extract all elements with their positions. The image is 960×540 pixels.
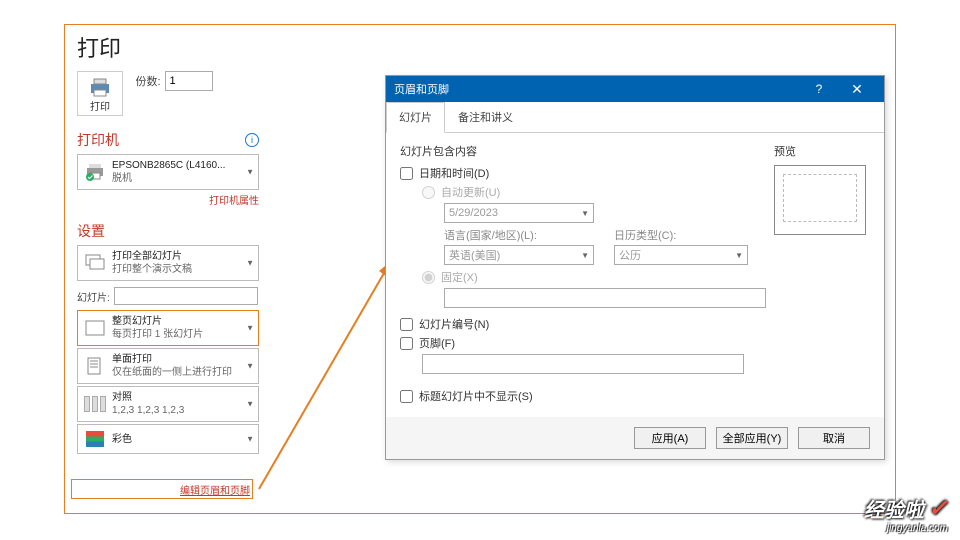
settings-section-title: 设置	[77, 221, 105, 241]
chevron-down-icon: ▼	[246, 435, 254, 444]
print-scope-dropdown[interactable]: 打印全部幻灯片 打印整个演示文稿 ▼	[77, 245, 259, 281]
chevron-down-icon: ▼	[735, 251, 743, 260]
help-button[interactable]: ?	[800, 76, 838, 102]
checkbox-datetime[interactable]	[400, 167, 413, 180]
dialog-titlebar: 页眉和页脚 ? ✕	[386, 76, 884, 102]
dialog-title: 页眉和页脚	[394, 81, 449, 97]
dialog-tabs: 幻灯片 备注和讲义	[386, 102, 884, 133]
single-side-icon	[84, 356, 106, 376]
scope-title: 打印全部幻灯片	[112, 250, 192, 263]
tab-slide[interactable]: 幻灯片	[386, 102, 445, 133]
copies-input[interactable]	[165, 71, 213, 91]
collate-title: 对照	[112, 391, 184, 404]
date-format-value: 5/29/2023	[449, 207, 498, 219]
printer-name: EPSONB2865C (L4160...	[112, 159, 225, 172]
label-datetime: 日期和时间(D)	[419, 165, 489, 181]
slides-all-icon	[84, 253, 106, 273]
cancel-button[interactable]: 取消	[798, 427, 870, 449]
chevron-down-icon: ▼	[246, 168, 254, 177]
duplex-sub: 仅在纸面的一侧上进行打印	[112, 366, 232, 379]
preview-thumbnail	[774, 165, 866, 235]
color-icon	[84, 429, 106, 449]
collate-icon	[84, 394, 106, 414]
arrow-annotation	[257, 255, 397, 491]
check-icon: ✓	[928, 494, 948, 523]
chevron-down-icon: ▼	[246, 324, 254, 333]
edit-header-footer-link[interactable]: 编辑页眉和页脚	[180, 482, 250, 497]
slides-range-input[interactable]	[114, 287, 258, 305]
radio-auto-update	[422, 186, 435, 199]
preview-panel: 预览	[774, 143, 870, 235]
scope-sub: 打印整个演示文稿	[112, 263, 192, 276]
watermark-text: 经验啦	[864, 494, 924, 523]
label-hide-on-title: 标题幻灯片中不显示(S)	[419, 388, 533, 404]
checkbox-hide-on-title[interactable]	[400, 390, 413, 403]
apply-all-button[interactable]: 全部应用(Y)	[716, 427, 788, 449]
page-title: 打印	[77, 31, 259, 63]
slides-range-label: 幻灯片:	[77, 289, 110, 304]
printer-icon	[88, 78, 112, 98]
preview-label: 预览	[774, 143, 870, 159]
chevron-down-icon: ▼	[581, 251, 589, 260]
printer-status-icon	[84, 162, 106, 182]
color-dropdown[interactable]: 彩色 ▼	[77, 424, 259, 454]
tab-notes[interactable]: 备注和讲义	[445, 102, 526, 132]
full-page-icon	[84, 318, 106, 338]
printer-dropdown[interactable]: EPSONB2865C (L4160... 脱机 ▼	[77, 154, 259, 190]
language-select[interactable]: 英语(美国) ▼	[444, 245, 594, 265]
apply-button[interactable]: 应用(A)	[634, 427, 706, 449]
highlight-box: 编辑页眉和页脚	[71, 479, 253, 499]
collate-dropdown[interactable]: 对照 1,2,3 1,2,3 1,2,3 ▼	[77, 386, 259, 422]
chevron-down-icon: ▼	[581, 209, 589, 218]
print-button[interactable]: 打印	[77, 71, 123, 116]
printer-properties-link[interactable]: 打印机属性	[77, 192, 259, 207]
chevron-down-icon: ▼	[246, 400, 254, 409]
duplex-title: 单面打印	[112, 353, 232, 366]
printer-status: 脱机	[112, 172, 225, 185]
label-slide-number: 幻灯片编号(N)	[419, 316, 489, 332]
checkbox-footer[interactable]	[400, 337, 413, 350]
close-button[interactable]: ✕	[838, 76, 876, 102]
fixed-date-input[interactable]	[444, 288, 766, 308]
copies-label: 份数:	[135, 73, 160, 89]
checkbox-slide-number[interactable]	[400, 318, 413, 331]
chevron-down-icon: ▼	[246, 362, 254, 371]
canvas-frame: 打印 打印 份数: 打印机 i EPSONB2865C (L4160... 脱机	[64, 24, 896, 514]
watermark: 经验啦 ✓ jingyanla.com	[864, 494, 948, 534]
info-icon[interactable]: i	[245, 133, 259, 147]
date-format-select[interactable]: 5/29/2023 ▼	[444, 203, 594, 223]
label-footer: 页脚(F)	[419, 335, 455, 351]
duplex-dropdown[interactable]: 单面打印 仅在纸面的一侧上进行打印 ▼	[77, 348, 259, 384]
footer-text-input[interactable]	[422, 354, 744, 374]
watermark-url: jingyanla.com	[864, 523, 948, 534]
header-footer-dialog: 页眉和页脚 ? ✕ 幻灯片 备注和讲义 幻灯片包含内容 日期和时间(D) 自动更…	[385, 75, 885, 460]
print-pane: 打印 打印 份数: 打印机 i EPSONB2865C (L4160... 脱机	[77, 31, 259, 456]
radio-fixed	[422, 271, 435, 284]
chevron-down-icon: ▼	[246, 259, 254, 268]
calendar-select[interactable]: 公历 ▼	[614, 245, 748, 265]
group-title: 幻灯片包含内容	[400, 143, 750, 159]
color-title: 彩色	[112, 433, 132, 446]
layout-title: 整页幻灯片	[112, 315, 203, 328]
calendar-label: 日历类型(C):	[614, 227, 676, 243]
collate-sub: 1,2,3 1,2,3 1,2,3	[112, 404, 184, 417]
language-value: 英语(美国)	[449, 247, 500, 263]
label-auto-update: 自动更新(U)	[441, 184, 500, 200]
dialog-footer: 应用(A) 全部应用(Y) 取消	[386, 417, 884, 459]
language-label: 语言(国家/地区)(L):	[444, 227, 594, 243]
printer-section-title: 打印机	[77, 130, 119, 150]
layout-sub: 每页打印 1 张幻灯片	[112, 328, 203, 341]
calendar-value: 公历	[619, 247, 641, 263]
print-button-label: 打印	[88, 98, 112, 113]
label-fixed: 固定(X)	[441, 269, 478, 285]
layout-dropdown[interactable]: 整页幻灯片 每页打印 1 张幻灯片 ▼	[77, 310, 259, 346]
